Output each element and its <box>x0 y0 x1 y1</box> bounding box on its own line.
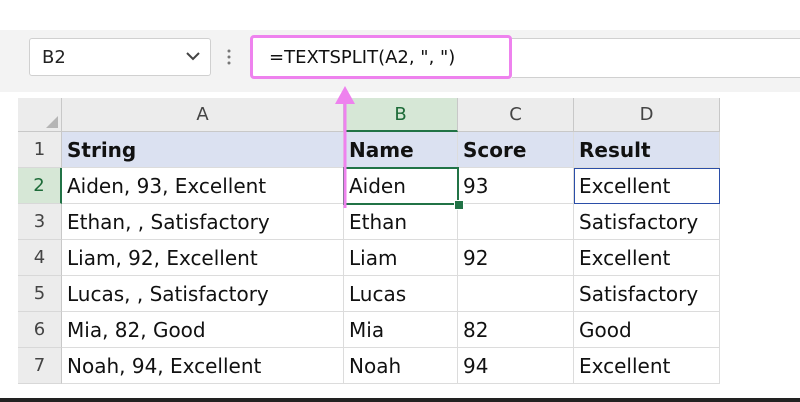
cell-d4[interactable]: Excellent <box>574 240 720 276</box>
cell-d2[interactable]: Excellent <box>574 168 720 204</box>
cell-b7[interactable]: Noah <box>344 348 458 384</box>
fill-handle[interactable] <box>454 200 464 210</box>
formula-text: =TEXTSPLIT(A2, ", ") <box>269 47 456 68</box>
chevron-down-icon[interactable] <box>184 47 202 65</box>
cell-c7[interactable]: 94 <box>458 348 574 384</box>
select-all-button[interactable] <box>18 98 62 132</box>
arrow-up-icon <box>335 86 355 208</box>
formula-input[interactable]: =TEXTSPLIT(A2, ", ") <box>250 35 512 79</box>
row-header-4[interactable]: 4 <box>18 240 62 276</box>
formula-input-extension[interactable] <box>512 38 800 78</box>
column-header-d[interactable]: D <box>574 98 720 132</box>
cell-c5[interactable] <box>458 276 574 312</box>
cell-b6[interactable]: Mia <box>344 312 458 348</box>
cell-c2[interactable]: 93 <box>458 168 574 204</box>
cell-a1[interactable]: String <box>62 132 344 168</box>
cell-d7[interactable]: Excellent <box>574 348 720 384</box>
bottom-divider <box>0 398 800 402</box>
cell-b4[interactable]: Liam <box>344 240 458 276</box>
row-header-7[interactable]: 7 <box>18 348 62 384</box>
cell-a7[interactable]: Noah, 94, Excellent <box>62 348 344 384</box>
formula-bar: B2 =TEXTSPLIT(A2, ", ") <box>0 30 800 92</box>
column-header-c[interactable]: C <box>458 98 574 132</box>
column-header-a[interactable]: A <box>62 98 344 132</box>
row-header-1[interactable]: 1 <box>18 132 62 168</box>
cell-b3[interactable]: Ethan <box>344 204 458 240</box>
row-header-5[interactable]: 5 <box>18 276 62 312</box>
cell-a2[interactable]: Aiden, 93, Excellent <box>62 168 344 204</box>
cell-c4[interactable]: 92 <box>458 240 574 276</box>
name-box-value: B2 <box>42 47 66 68</box>
cell-b2[interactable]: Aiden <box>344 168 458 204</box>
select-all-triangle-icon <box>46 116 58 128</box>
column-header-b[interactable]: B <box>344 98 458 132</box>
cell-c1[interactable]: Score <box>458 132 574 168</box>
vertical-dots-icon[interactable] <box>227 48 231 66</box>
cell-d1[interactable]: Result <box>574 132 720 168</box>
cell-a6[interactable]: Mia, 82, Good <box>62 312 344 348</box>
name-box[interactable]: B2 <box>29 38 211 76</box>
row-header-3[interactable]: 3 <box>18 204 62 240</box>
cell-a3[interactable]: Ethan, , Satisfactory <box>62 204 344 240</box>
cell-d3[interactable]: Satisfactory <box>574 204 720 240</box>
row-header-6[interactable]: 6 <box>18 312 62 348</box>
cell-b1[interactable]: Name <box>344 132 458 168</box>
cell-a5[interactable]: Lucas, , Satisfactory <box>62 276 344 312</box>
cell-c3[interactable] <box>458 204 574 240</box>
cell-d6[interactable]: Good <box>574 312 720 348</box>
cell-d5[interactable]: Satisfactory <box>574 276 720 312</box>
cell-a4[interactable]: Liam, 92, Excellent <box>62 240 344 276</box>
row-header-2[interactable]: 2 <box>18 168 62 204</box>
cell-b5[interactable]: Lucas <box>344 276 458 312</box>
cell-c6[interactable]: 82 <box>458 312 574 348</box>
